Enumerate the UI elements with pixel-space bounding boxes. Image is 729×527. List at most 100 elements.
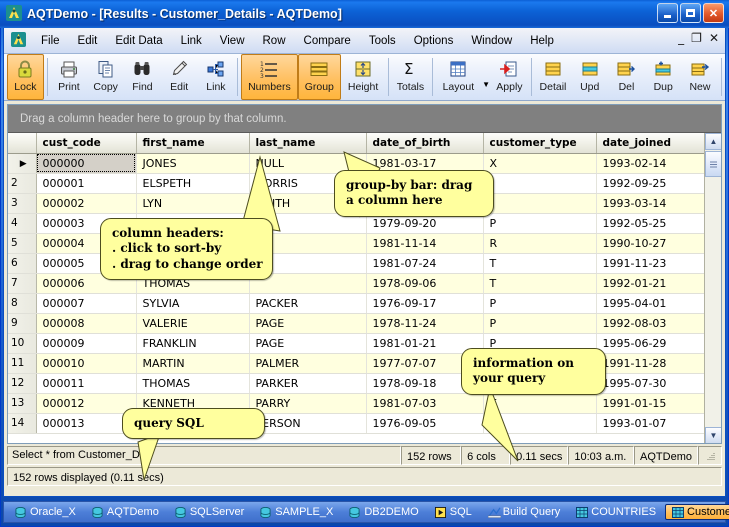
cell-first_name[interactable]: SYLVIA <box>136 293 250 314</box>
cell-date_joined[interactable]: 1995-06-29 <box>596 333 707 354</box>
toolbar-del-button[interactable]: Del <box>608 54 645 100</box>
menu-edit[interactable]: Edit <box>69 32 107 50</box>
minimize-button[interactable] <box>657 3 678 23</box>
grid-vertical-scrollbar[interactable]: ▲ ▼ <box>704 133 721 443</box>
row-number-cell[interactable]: 6 <box>8 253 37 274</box>
toolbar-dup-button[interactable]: Dup <box>645 54 682 100</box>
column-header-cust-code[interactable]: cust_code <box>36 133 137 154</box>
db-tab-aqtdemo[interactable]: AQTDemo <box>85 504 166 520</box>
cell-date_of_birth[interactable]: 1976-09-05 <box>366 413 484 434</box>
toolbar-link-button[interactable]: Link <box>198 54 235 100</box>
toolbar-numbers-button[interactable]: 1 2 3 Numbers <box>241 54 298 100</box>
db-tab-sqlserver[interactable]: SQLServer <box>168 504 251 520</box>
row-number-cell[interactable]: 11 <box>8 353 37 374</box>
cell-last_name[interactable]: PACKER <box>249 293 367 314</box>
cell-cust_code[interactable]: 000007 <box>36 293 137 314</box>
menu-options[interactable]: Options <box>405 32 463 50</box>
cell-customer_type[interactable]: P <box>483 213 597 234</box>
cell-cust_code[interactable]: 000011 <box>36 373 137 394</box>
scrollbar-thumb[interactable] <box>705 151 721 177</box>
cell-cust_code[interactable]: 000008 <box>36 313 137 334</box>
row-number-cell[interactable]: 14 <box>8 413 37 434</box>
menu-window[interactable]: Window <box>462 32 521 50</box>
menu-file[interactable]: File <box>32 32 69 50</box>
cell-last_name[interactable]: PAGE <box>249 333 367 354</box>
db-tab-sample-x[interactable]: SAMPLE_X <box>253 504 340 520</box>
cell-customer_type[interactable]: R <box>483 233 597 254</box>
row-number-cell[interactable]: 5 <box>8 233 37 254</box>
menu-compare[interactable]: Compare <box>295 32 360 50</box>
table-row[interactable]: 9 000008 VALERIE PAGE 1978-11-24 P 1992-08-03 <box>8 313 707 334</box>
cell-date_joined[interactable]: 1993-01-07 <box>596 413 707 434</box>
toolbar-lock-button[interactable]: Lock <box>7 54 44 100</box>
cell-first_name[interactable]: THOMAS <box>136 373 250 394</box>
row-number-cell[interactable]: 2 <box>8 173 37 194</box>
toolbar-print-button[interactable]: Print <box>51 54 88 100</box>
cell-date_joined[interactable]: 1992-01-21 <box>596 273 707 294</box>
cell-date_joined[interactable]: 1992-08-03 <box>596 313 707 334</box>
toolbar-new-button[interactable]: New <box>682 54 719 100</box>
cell-customer_type[interactable] <box>483 173 597 194</box>
cell-date_joined[interactable]: 1991-01-15 <box>596 393 707 414</box>
cell-customer_type[interactable]: T <box>483 253 597 274</box>
row-number-cell[interactable]: 9 <box>8 313 37 334</box>
toolbar-find-button[interactable]: Find <box>124 54 161 100</box>
cell-cust_code[interactable]: 000001 <box>36 173 137 194</box>
cell-customer_type[interactable] <box>483 193 597 214</box>
menu-row[interactable]: Row <box>254 32 295 50</box>
cell-first_name[interactable]: ELSPETH <box>136 173 250 194</box>
toolbar-layout-button[interactable]: Layout <box>436 54 482 100</box>
row-number-cell[interactable]: 3 <box>8 193 37 214</box>
cell-date_joined[interactable]: 1990-10-27 <box>596 233 707 254</box>
cell-cust_code[interactable]: 000009 <box>36 333 137 354</box>
cell-first_name[interactable]: JONES <box>136 153 250 174</box>
cell-date_of_birth[interactable]: 1981-07-03 <box>366 393 484 414</box>
toolbar-detail-button[interactable]: Detail <box>535 54 572 100</box>
cell-customer_type[interactable]: T <box>483 273 597 294</box>
cell-cust_code[interactable]: 000013 <box>36 413 137 434</box>
cell-customer_type[interactable]: P <box>483 313 597 334</box>
layout-dropdown-button[interactable]: ▼ <box>481 54 491 100</box>
menu-help[interactable]: Help <box>521 32 563 50</box>
db-tab-build-query[interactable]: Build Query <box>481 504 567 520</box>
row-number-cell[interactable]: 8 <box>8 293 37 314</box>
aqt-document-icon[interactable] <box>11 31 26 50</box>
toolbar-group-button[interactable]: Group <box>297 54 341 100</box>
table-row[interactable]: 14000013PERSON1976-09-05T1993-01-07 <box>8 413 707 434</box>
toolbar-edit-button[interactable]: Edit <box>161 54 198 100</box>
maximize-button[interactable] <box>680 3 701 23</box>
mdi-minimize-icon[interactable]: _ <box>678 32 684 44</box>
cell-date_joined[interactable]: 1992-09-25 <box>596 173 707 194</box>
toolbar-apply-button[interactable]: Apply <box>491 54 528 100</box>
menu-view[interactable]: View <box>211 32 254 50</box>
cell-date_of_birth[interactable]: 1981-11-14 <box>366 233 484 254</box>
close-button[interactable]: ✕ <box>703 3 724 23</box>
db-tab-countries[interactable]: COUNTRIES <box>569 504 663 520</box>
db-tab-customer-detail[interactable]: Customer_Detail <box>665 504 729 520</box>
scroll-up-button[interactable]: ▲ <box>705 133 721 150</box>
cell-cust_code[interactable]: 000012 <box>36 393 137 414</box>
db-tab-oracle-x[interactable]: Oracle_X <box>8 504 83 520</box>
mdi-close-icon[interactable]: ✕ <box>709 32 719 44</box>
cell-cust_code[interactable]: 000010 <box>36 353 137 374</box>
row-number-cell[interactable]: 13 <box>8 393 37 414</box>
cell-first_name[interactable]: FRANKLIN <box>136 333 250 354</box>
scroll-down-button[interactable]: ▼ <box>705 427 721 443</box>
cell-date_of_birth[interactable]: 1978-11-24 <box>366 313 484 334</box>
cell-first_name[interactable]: LYN <box>136 193 250 214</box>
db-tab-sql[interactable]: SQL <box>428 504 479 520</box>
cell-date_joined[interactable]: 1991-11-28 <box>596 353 707 374</box>
row-number-cell[interactable]: 10 <box>8 333 37 354</box>
cell-date_joined[interactable]: 1993-03-14 <box>596 193 707 214</box>
query-sql-text[interactable]: Select * from Customer_Det <box>7 446 401 465</box>
group-by-bar[interactable]: Drag a column header here to group by th… <box>8 105 721 133</box>
cell-last_name[interactable]: PAGE <box>249 313 367 334</box>
toolbar-totals-button[interactable]: Σ Totals <box>392 54 429 100</box>
cell-first_name[interactable]: VALERIE <box>136 313 250 334</box>
cell-date_joined[interactable]: 1995-04-01 <box>596 293 707 314</box>
cell-cust_code[interactable]: 000000 <box>36 153 137 174</box>
cell-customer_type[interactable]: X <box>483 153 597 174</box>
cell-date_joined[interactable]: 1993-02-14 <box>596 153 707 174</box>
row-number-cell[interactable]: ▶ <box>8 153 37 174</box>
db-tab-db2demo[interactable]: DB2DEMO <box>342 504 425 520</box>
